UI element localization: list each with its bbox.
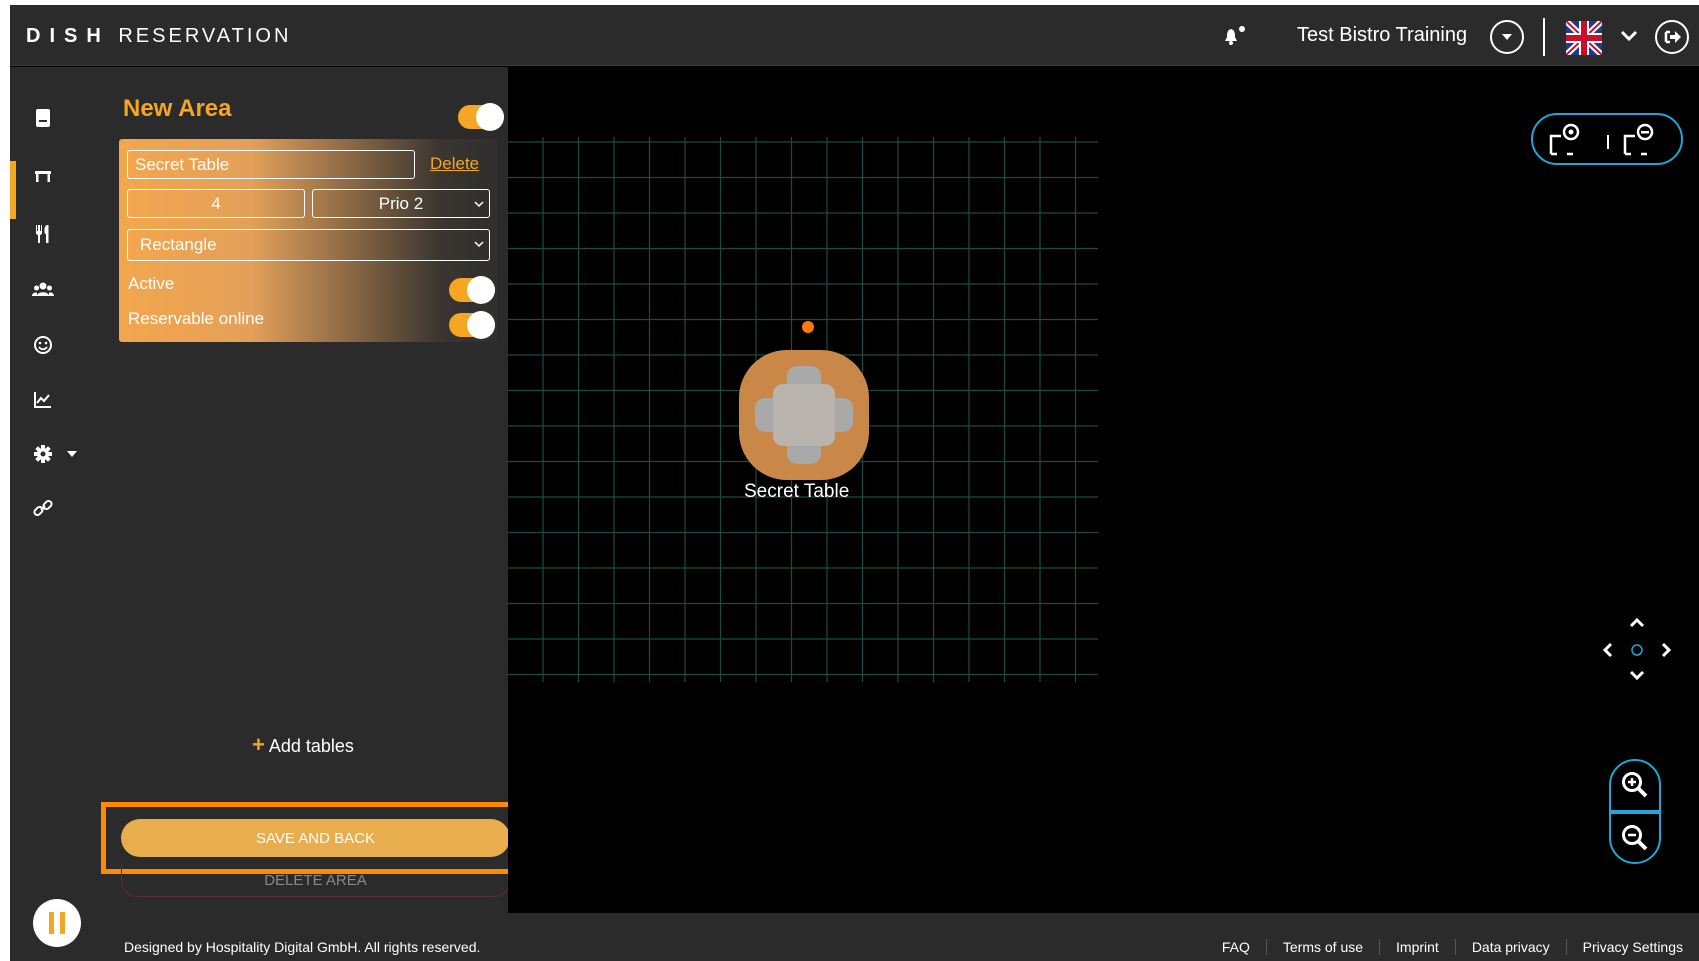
logo-product: RESERVATION xyxy=(118,25,292,47)
chevron-down-icon xyxy=(1502,34,1512,40)
save-and-back-button[interactable]: SAVE AND BACK xyxy=(121,819,510,857)
toggle-knob xyxy=(467,311,495,339)
sidebar-item-guests[interactable] xyxy=(10,263,107,317)
shape-select[interactable]: Rectangle xyxy=(127,229,490,261)
top-header: DISH RESERVATION Test Bistro Training xyxy=(10,5,1699,66)
shape-value: Rectangle xyxy=(140,235,217,254)
chevron-down-icon xyxy=(474,241,484,248)
restaurant-dropdown-button[interactable] xyxy=(1490,20,1524,54)
logout-icon xyxy=(1664,30,1681,44)
add-tables-button[interactable]: + Add tables xyxy=(252,732,354,758)
pan-right-icon xyxy=(1661,642,1672,658)
footer-link-privacy-settings[interactable]: Privacy Settings xyxy=(1565,939,1699,955)
language-chevron-icon[interactable] xyxy=(1620,29,1638,43)
sidebar-item-tables[interactable] xyxy=(10,149,107,203)
area-title: New Area xyxy=(123,95,232,122)
priority-value: Prio 2 xyxy=(378,193,424,213)
sidebar-item-reports[interactable] xyxy=(10,373,107,427)
caret-down-icon xyxy=(67,451,77,457)
logout-button[interactable] xyxy=(1655,20,1689,54)
pan-center-icon xyxy=(1631,644,1643,656)
area-panel: New Area Secret Table Delete 4 Prio 2 Re… xyxy=(101,67,516,913)
seats-input[interactable]: 4 xyxy=(127,189,305,218)
priority-select[interactable]: Prio 2 xyxy=(312,189,490,218)
table-active-toggle[interactable] xyxy=(449,276,495,304)
zoom-out-icon[interactable] xyxy=(1620,823,1650,853)
pan-up-icon xyxy=(1629,617,1645,628)
pan-down-icon xyxy=(1629,670,1645,681)
sidebar-item-reservations[interactable] xyxy=(10,91,107,145)
pan-left-icon xyxy=(1602,642,1613,658)
table-icon xyxy=(35,171,51,182)
footer-links: FAQ Terms of use Imprint Data privacy Pr… xyxy=(1206,939,1699,955)
chevron-down-icon xyxy=(474,201,484,208)
users-icon xyxy=(32,282,54,296)
copyright-text: Designed by Hospitality Digital GmbH. Al… xyxy=(124,939,481,955)
header-divider xyxy=(1543,18,1545,56)
table-rotate-handle[interactable] xyxy=(802,321,814,333)
plus-icon: + xyxy=(252,732,265,757)
logo-brand: DISH xyxy=(26,25,110,47)
restaurant-name[interactable]: Test Bistro Training xyxy=(1297,24,1467,47)
sidebar-item-feedback[interactable] xyxy=(10,318,107,372)
link-icon xyxy=(33,499,53,517)
logo: DISH RESERVATION xyxy=(26,25,291,48)
app-window: DISH RESERVATION Test Bistro Training Ne… xyxy=(10,5,1699,961)
pan-controls xyxy=(1602,617,1672,681)
footer-link-terms[interactable]: Terms of use xyxy=(1265,939,1379,955)
table-label: Secret Table xyxy=(744,481,850,502)
gear-icon xyxy=(34,445,52,463)
reservable-online-label: Reservable online xyxy=(128,309,265,328)
footer-link-faq[interactable]: FAQ xyxy=(1206,939,1266,955)
table-object[interactable] xyxy=(733,344,875,486)
smile-icon xyxy=(34,336,52,354)
active-label: Active xyxy=(128,274,175,293)
table-card: Secret Table Delete 4 Prio 2 Rectangle A… xyxy=(119,139,497,342)
cutlery-icon xyxy=(36,225,49,243)
remove-area-icon[interactable] xyxy=(1621,120,1661,160)
sidebar-item-settings[interactable] xyxy=(10,427,107,481)
add-area-icon[interactable] xyxy=(1547,120,1587,160)
sidebar xyxy=(10,67,107,961)
bell-icon[interactable] xyxy=(1223,25,1245,47)
chart-icon xyxy=(34,392,51,408)
sidebar-item-menu[interactable] xyxy=(10,207,107,261)
footer-link-imprint[interactable]: Imprint xyxy=(1379,939,1455,955)
zoom-in-icon[interactable] xyxy=(1620,770,1650,800)
floorplan-controls xyxy=(1531,113,1683,165)
table-name-input[interactable]: Secret Table xyxy=(127,150,415,179)
zoom-divider xyxy=(1611,810,1659,814)
footer-link-data-privacy[interactable]: Data privacy xyxy=(1454,939,1566,955)
footer: Designed by Hospitality Digital GmbH. Al… xyxy=(107,913,1699,961)
delete-area-button[interactable]: DELETE AREA xyxy=(121,865,510,897)
add-tables-label: Add tables xyxy=(268,736,354,756)
toggle-knob xyxy=(467,276,495,304)
pause-button[interactable] xyxy=(33,899,81,947)
pause-icon xyxy=(49,912,65,934)
book-icon xyxy=(36,109,50,127)
floorplan-canvas[interactable]: Secret Table xyxy=(508,67,1699,913)
delete-table-link[interactable]: Delete xyxy=(430,154,479,174)
area-active-toggle[interactable] xyxy=(458,103,504,131)
sidebar-item-integrations[interactable] xyxy=(10,481,107,535)
toggle-knob xyxy=(476,103,504,131)
uk-flag-icon[interactable] xyxy=(1566,21,1602,55)
reservable-online-toggle[interactable] xyxy=(449,311,495,339)
controls-divider xyxy=(1607,135,1609,149)
zoom-controls xyxy=(1609,759,1661,864)
